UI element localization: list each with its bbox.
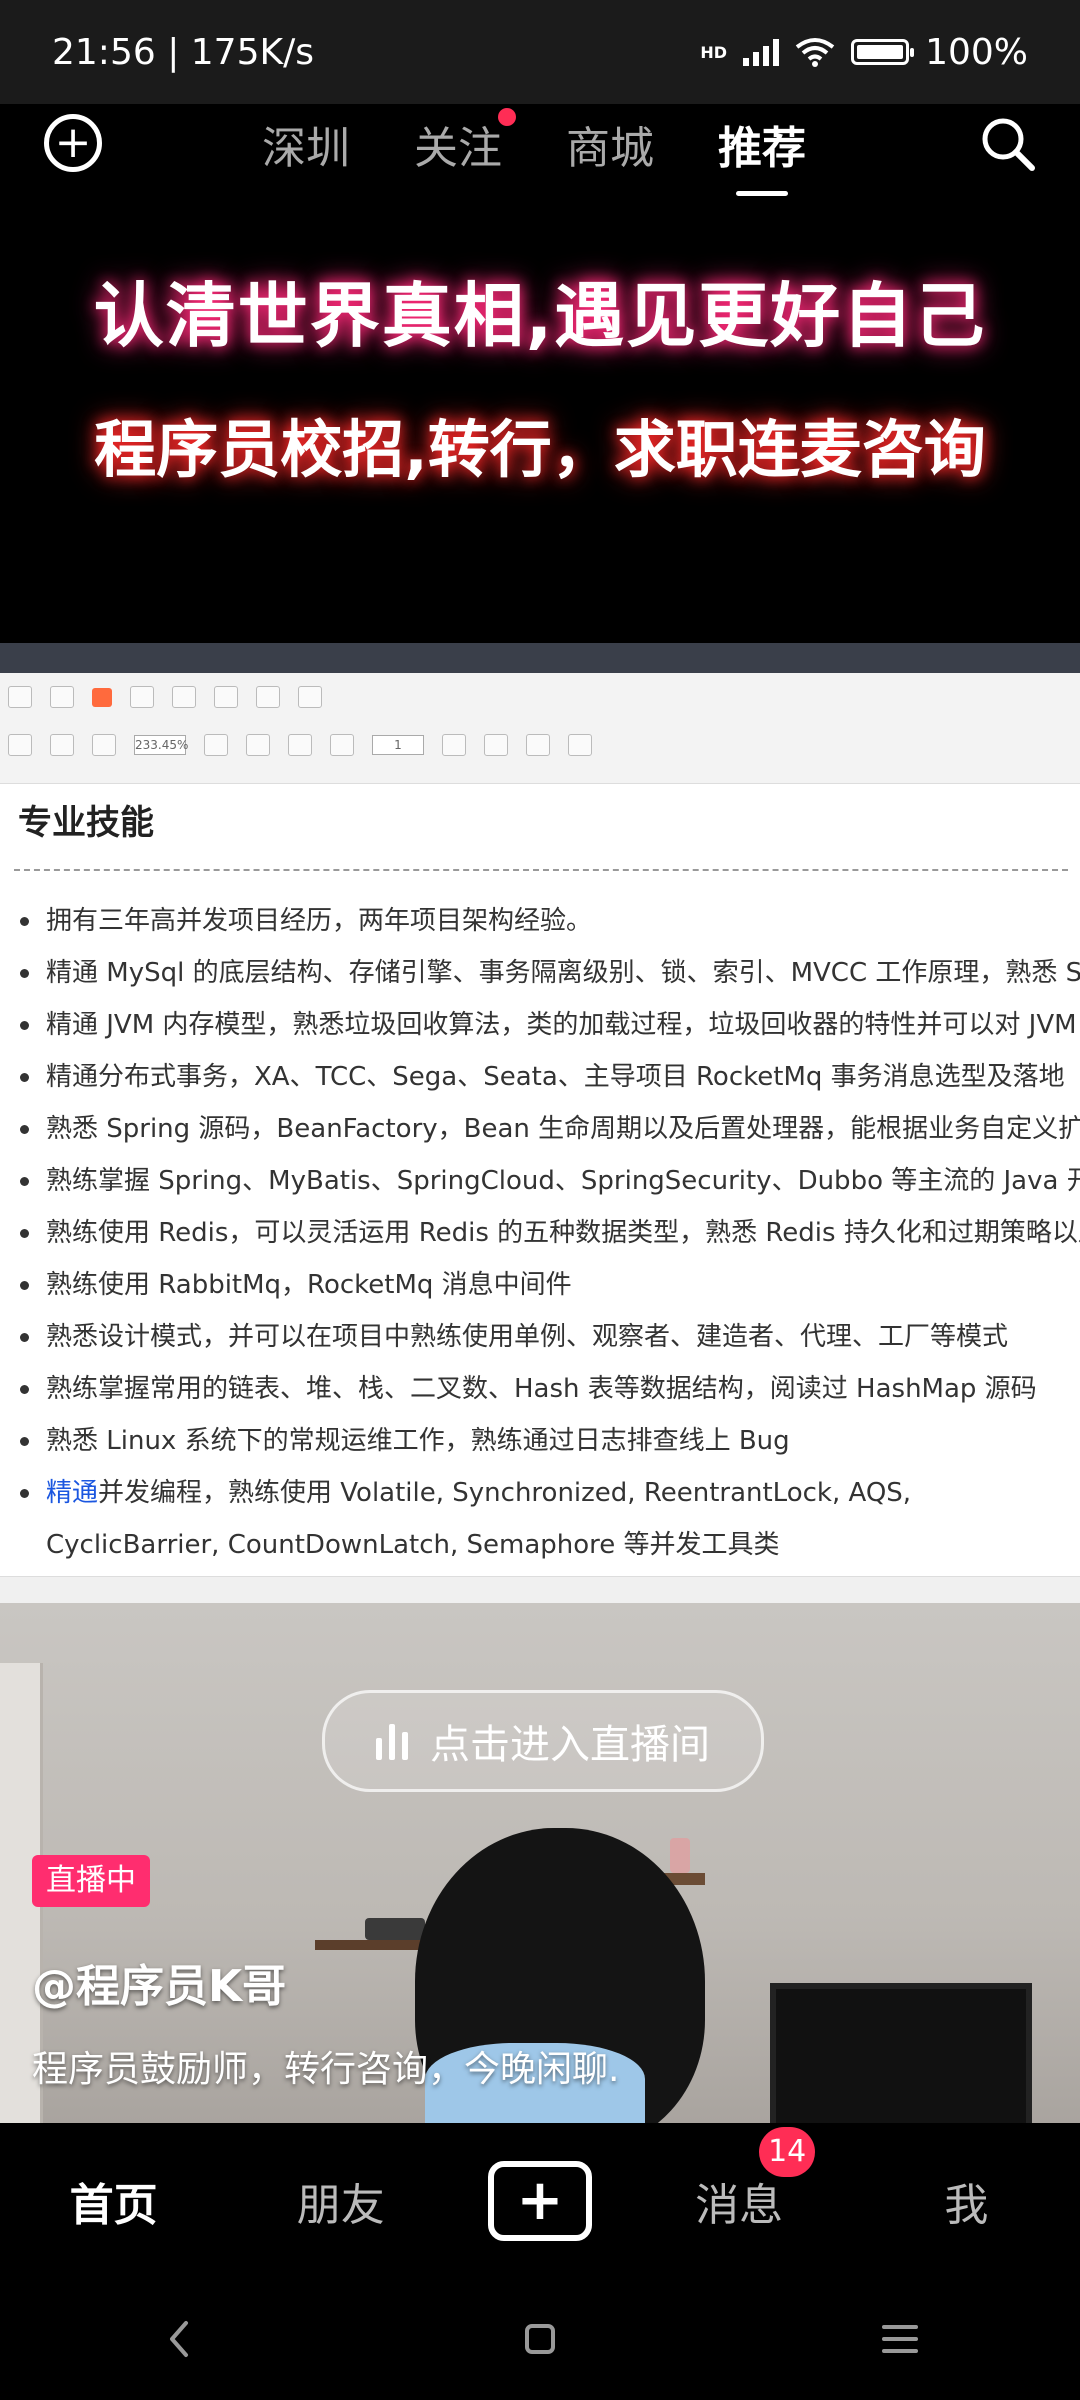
bottom-nav: 首页 朋友 + 消息 14 我	[0, 2123, 1080, 2278]
video-description: 程序员鼓励师，转行咨询，今晚闲聊.	[32, 2049, 620, 2090]
stream-banner: 认清世界真相,遇见更好自己 程序员校招,转行，求职连麦咨询	[0, 260, 1080, 489]
toolbar-icon	[298, 686, 323, 708]
plus-icon: +	[516, 2168, 564, 2233]
list-item: 熟练掌握 Spring、MyBatis、SpringCloud、SpringSe…	[18, 1155, 1080, 1207]
nav-messages-label: 消息	[695, 2179, 784, 2231]
author-name[interactable]: @程序员K哥	[32, 1950, 286, 2014]
highlighted-text: 精通	[46, 1478, 99, 1508]
banner-line-1: 认清世界真相,遇见更好自己	[93, 275, 987, 357]
toolbar-icon	[214, 686, 239, 708]
toolbar-icon	[442, 734, 466, 756]
shelf-object	[670, 1838, 690, 1873]
toolbar-icon	[288, 734, 312, 756]
notification-dot	[498, 108, 516, 126]
nav-me[interactable]: 我	[886, 2169, 1046, 2233]
hd-label: HD	[700, 42, 728, 62]
battery-icon	[851, 39, 915, 65]
doc-toolbar: 233.45% 1	[0, 673, 1080, 784]
enter-live-room-button[interactable]: 点击进入直播间	[322, 1690, 764, 1792]
list-item: 精通并发编程，熟练使用 Volatile, Synchronized, Reen…	[18, 1467, 1068, 1571]
open-button	[92, 687, 113, 707]
nav-friends[interactable]: 朋友	[261, 2169, 421, 2233]
toolbar-icon	[526, 734, 550, 756]
battery-level: 100%	[925, 31, 1028, 73]
feed-tabs: 深圳 关注 商城 推荐	[262, 104, 806, 196]
wifi-icon	[795, 38, 835, 67]
search-icon[interactable]	[978, 114, 1038, 174]
list-item-text: 并发编程，熟练使用 Volatile, Synchronized, Reentr…	[46, 1478, 912, 1560]
create-post-button[interactable]: +	[487, 2160, 592, 2241]
toolbar-icon	[50, 686, 74, 708]
doc-divider	[14, 869, 1068, 871]
add-circle-icon[interactable]: +	[44, 114, 102, 172]
menu-icon[interactable]	[870, 2309, 930, 2369]
messages-count-badge: 14	[759, 2126, 816, 2177]
list-item: 熟悉 Spring 源码，BeanFactory，Bean 生命周期以及后置处理…	[18, 1103, 1080, 1155]
status-time-speed: 21:56 | 175K/s	[52, 31, 314, 73]
toolbar-icon	[568, 734, 592, 756]
toolbar-icon	[8, 734, 32, 756]
tv	[770, 1983, 1032, 2123]
toolbar-icon	[130, 686, 155, 708]
nav-messages[interactable]: 消息 14	[659, 2126, 819, 2233]
toolbar-icon	[330, 734, 354, 756]
list-item: 熟练掌握常用的链表、堆、栈、二叉数、Hash 表等数据结构，阅读过 HashMa…	[18, 1363, 1068, 1415]
list-item: 熟练使用 RabbitMq，RocketMq 消息中间件	[18, 1259, 1068, 1311]
zoom-input: 233.45%	[134, 735, 188, 755]
tab-shenzhen[interactable]: 深圳	[262, 104, 350, 176]
tab-following[interactable]: 关注	[414, 104, 516, 176]
doc-window-bar	[0, 643, 1080, 673]
status-bar: 21:56 | 175K/s HD 100%	[0, 0, 1080, 104]
toolbar-icon	[256, 686, 281, 708]
page-input: 1	[372, 735, 424, 755]
list-item: 拥有三年高并发项目经历，两年项目架构经验。	[18, 895, 1068, 947]
toolbar-icon	[172, 686, 197, 708]
list-item: 精通分布式事务，XA、TCC、Sega、Seata、主导项目 RocketMq …	[18, 1051, 1068, 1103]
toolbar-icon	[50, 734, 74, 756]
top-nav: + 深圳 关注 商城 推荐	[0, 104, 1080, 204]
tab-mall[interactable]: 商城	[566, 104, 654, 176]
nav-home[interactable]: 首页	[34, 2169, 194, 2233]
signal-icon	[743, 38, 780, 66]
banner-line-2: 程序员校招,转行，求职连麦咨询	[94, 413, 986, 486]
toolbar-icon	[246, 734, 270, 756]
list-item: 精通 MySql 的底层结构、存储引擎、事务隔离级别、锁、索引、MVCC 工作原…	[18, 947, 1080, 999]
live-status-badge: 直播中	[32, 1855, 150, 1907]
list-item: 熟练使用 Redis，可以灵活运用 Redis 的五种数据类型，熟悉 Redis…	[18, 1207, 1080, 1259]
home-square-icon[interactable]	[510, 2309, 570, 2369]
status-icons: HD 100%	[700, 32, 1028, 73]
toolbar-icon	[8, 686, 32, 708]
doc-status-bar	[0, 1576, 1080, 1603]
doc-heading: 专业技能	[18, 803, 154, 843]
shelf	[315, 1940, 435, 1950]
toolbar-icon	[92, 734, 116, 756]
tab-recommend[interactable]: 推荐	[718, 104, 806, 196]
live-bars-icon	[376, 1722, 408, 1760]
shelf-object	[365, 1918, 425, 1940]
toolbar-icon	[484, 734, 508, 756]
list-item: 精通 JVM 内存模型，熟悉垃圾回收算法，类的加载过程，垃圾回收器的特性并可以对…	[18, 999, 1080, 1051]
enter-live-label: 点击进入直播间	[430, 1722, 710, 1768]
shared-document: 233.45% 1 专业技能 拥有三年高并发项目经历，两年项目架构经验。 精通 …	[0, 643, 1080, 1603]
list-item: 熟悉设计模式，并可以在项目中熟练使用单例、观察者、建造者、代理、工厂等模式	[18, 1311, 1068, 1363]
list-item: 熟悉 Linux 系统下的常规运维工作，熟练通过日志排查线上 Bug	[18, 1415, 1068, 1467]
system-nav	[0, 2278, 1080, 2400]
back-icon[interactable]	[150, 2309, 210, 2369]
skills-list: 拥有三年高并发项目经历，两年项目架构经验。 精通 MySql 的底层结构、存储引…	[18, 895, 1080, 1571]
toolbar-icon	[204, 734, 228, 756]
